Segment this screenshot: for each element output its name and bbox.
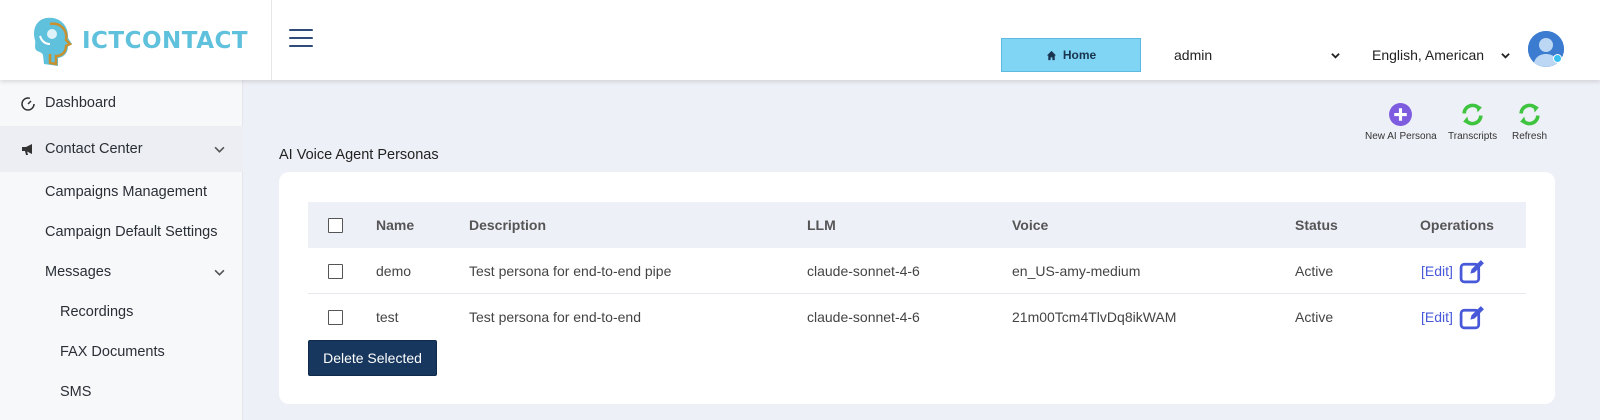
persona-status: Active xyxy=(1295,263,1334,279)
language-select-value: English, American xyxy=(1372,47,1485,63)
table-row: test Test persona for end-to-end claude-… xyxy=(308,294,1526,340)
operations-cell: [Edit] xyxy=(1417,294,1486,340)
chevron-down-icon xyxy=(214,269,225,276)
sidebar-item-label: Contact Center xyxy=(45,141,143,157)
persona-description: Test persona for end-to-end xyxy=(469,309,641,325)
new-ai-persona-label: New AI Persona xyxy=(1365,131,1437,142)
sidebar-item-label: Campaign Default Settings xyxy=(45,224,218,240)
row-checkbox[interactable] xyxy=(328,263,343,279)
chevron-down-icon xyxy=(1501,52,1510,59)
persona-description: Test persona for end-to-end pipe xyxy=(469,263,672,279)
sidebar-item-sms[interactable]: SMS xyxy=(0,372,243,412)
transcripts-button[interactable]: Transcripts xyxy=(1448,102,1497,142)
sidebar-item-label: Recordings xyxy=(60,304,134,320)
sidebar-item-label: SMS xyxy=(60,384,92,400)
chevron-down-icon xyxy=(1331,52,1340,59)
sidebar-item-dashboard[interactable]: Dashboard xyxy=(0,80,243,126)
personas-card: Name Description LLM Voice Status Operat… xyxy=(279,172,1555,404)
new-ai-persona-button[interactable]: New AI Persona xyxy=(1365,102,1437,142)
refresh-icon xyxy=(1519,103,1540,126)
user-select-value: admin xyxy=(1174,47,1213,63)
online-status-dot xyxy=(1553,54,1562,63)
edit-icon[interactable] xyxy=(1459,258,1486,285)
logo-text: ICTCONTACT xyxy=(82,28,249,54)
header-description[interactable]: Description xyxy=(469,202,546,248)
sidebar: Dashboard Contact Center Campaigns Manag… xyxy=(0,80,243,420)
table-header: Name Description LLM Voice Status Operat… xyxy=(308,202,1526,248)
user-select[interactable]: admin xyxy=(1174,42,1340,68)
home-icon xyxy=(1046,50,1056,60)
delete-selected-button[interactable]: Delete Selected xyxy=(308,340,437,376)
hamburger-menu-icon[interactable] xyxy=(289,29,313,49)
row-checkbox[interactable] xyxy=(328,309,343,325)
logo-area: ICTCONTACT xyxy=(0,0,272,80)
sidebar-item-campaign-default-settings[interactable]: Campaign Default Settings xyxy=(0,212,243,252)
sidebar-item-contact-center[interactable]: Contact Center xyxy=(0,126,243,172)
persona-llm: claude-sonnet-4-6 xyxy=(807,309,920,325)
sidebar-item-messages[interactable]: Messages xyxy=(0,252,243,292)
megaphone-icon xyxy=(22,144,32,155)
home-button[interactable]: Home xyxy=(1001,38,1141,72)
table-row: demo Test persona for end-to-end pipe cl… xyxy=(308,248,1526,294)
persona-voice: 21m00Tcm4TlvDq8ikWAM xyxy=(1012,309,1177,325)
sidebar-item-recordings[interactable]: Recordings xyxy=(0,292,243,332)
persona-llm: claude-sonnet-4-6 xyxy=(807,263,920,279)
sync-icon xyxy=(1462,103,1483,126)
edit-link[interactable]: [Edit] xyxy=(1421,309,1453,325)
select-all-cell xyxy=(328,202,343,248)
persona-voice: en_US-amy-medium xyxy=(1012,263,1141,279)
sidebar-item-label: Messages xyxy=(45,264,112,280)
persona-status: Active xyxy=(1295,309,1334,325)
persona-name: test xyxy=(376,309,399,325)
plus-circle-icon xyxy=(1389,103,1413,126)
page-title: AI Voice Agent Personas xyxy=(279,147,439,163)
row-select-cell xyxy=(328,294,343,340)
chevron-down-icon xyxy=(214,146,225,153)
transcripts-label: Transcripts xyxy=(1448,131,1498,142)
select-all-checkbox[interactable] xyxy=(328,217,343,233)
persona-name: demo xyxy=(376,263,412,279)
logo-icon xyxy=(34,17,73,66)
sidebar-item-label: FAX Documents xyxy=(60,344,165,360)
edit-link[interactable]: [Edit] xyxy=(1421,263,1453,279)
operations-cell: [Edit] xyxy=(1417,248,1486,294)
top-header: ICTCONTACT Home admin English, American xyxy=(0,0,1600,80)
refresh-label: Refresh xyxy=(1512,131,1548,142)
dashboard-gauge-icon xyxy=(21,97,35,111)
sidebar-item-campaigns-management[interactable]: Campaigns Management xyxy=(0,172,243,212)
header-status[interactable]: Status xyxy=(1295,202,1338,248)
header-voice[interactable]: Voice xyxy=(1012,202,1048,248)
header-name[interactable]: Name xyxy=(376,202,414,248)
language-select[interactable]: English, American xyxy=(1372,42,1510,68)
edit-icon[interactable] xyxy=(1459,304,1486,331)
header-operations: Operations xyxy=(1420,217,1494,233)
sidebar-item-label: Campaigns Management xyxy=(45,184,208,200)
header-llm[interactable]: LLM xyxy=(807,202,836,248)
sidebar-item-fax-documents[interactable]: FAX Documents xyxy=(0,332,243,372)
refresh-button[interactable]: Refresh xyxy=(1512,102,1547,142)
home-button-label: Home xyxy=(1062,48,1097,62)
sidebar-item-label: Dashboard xyxy=(45,95,116,111)
row-select-cell xyxy=(328,248,343,294)
